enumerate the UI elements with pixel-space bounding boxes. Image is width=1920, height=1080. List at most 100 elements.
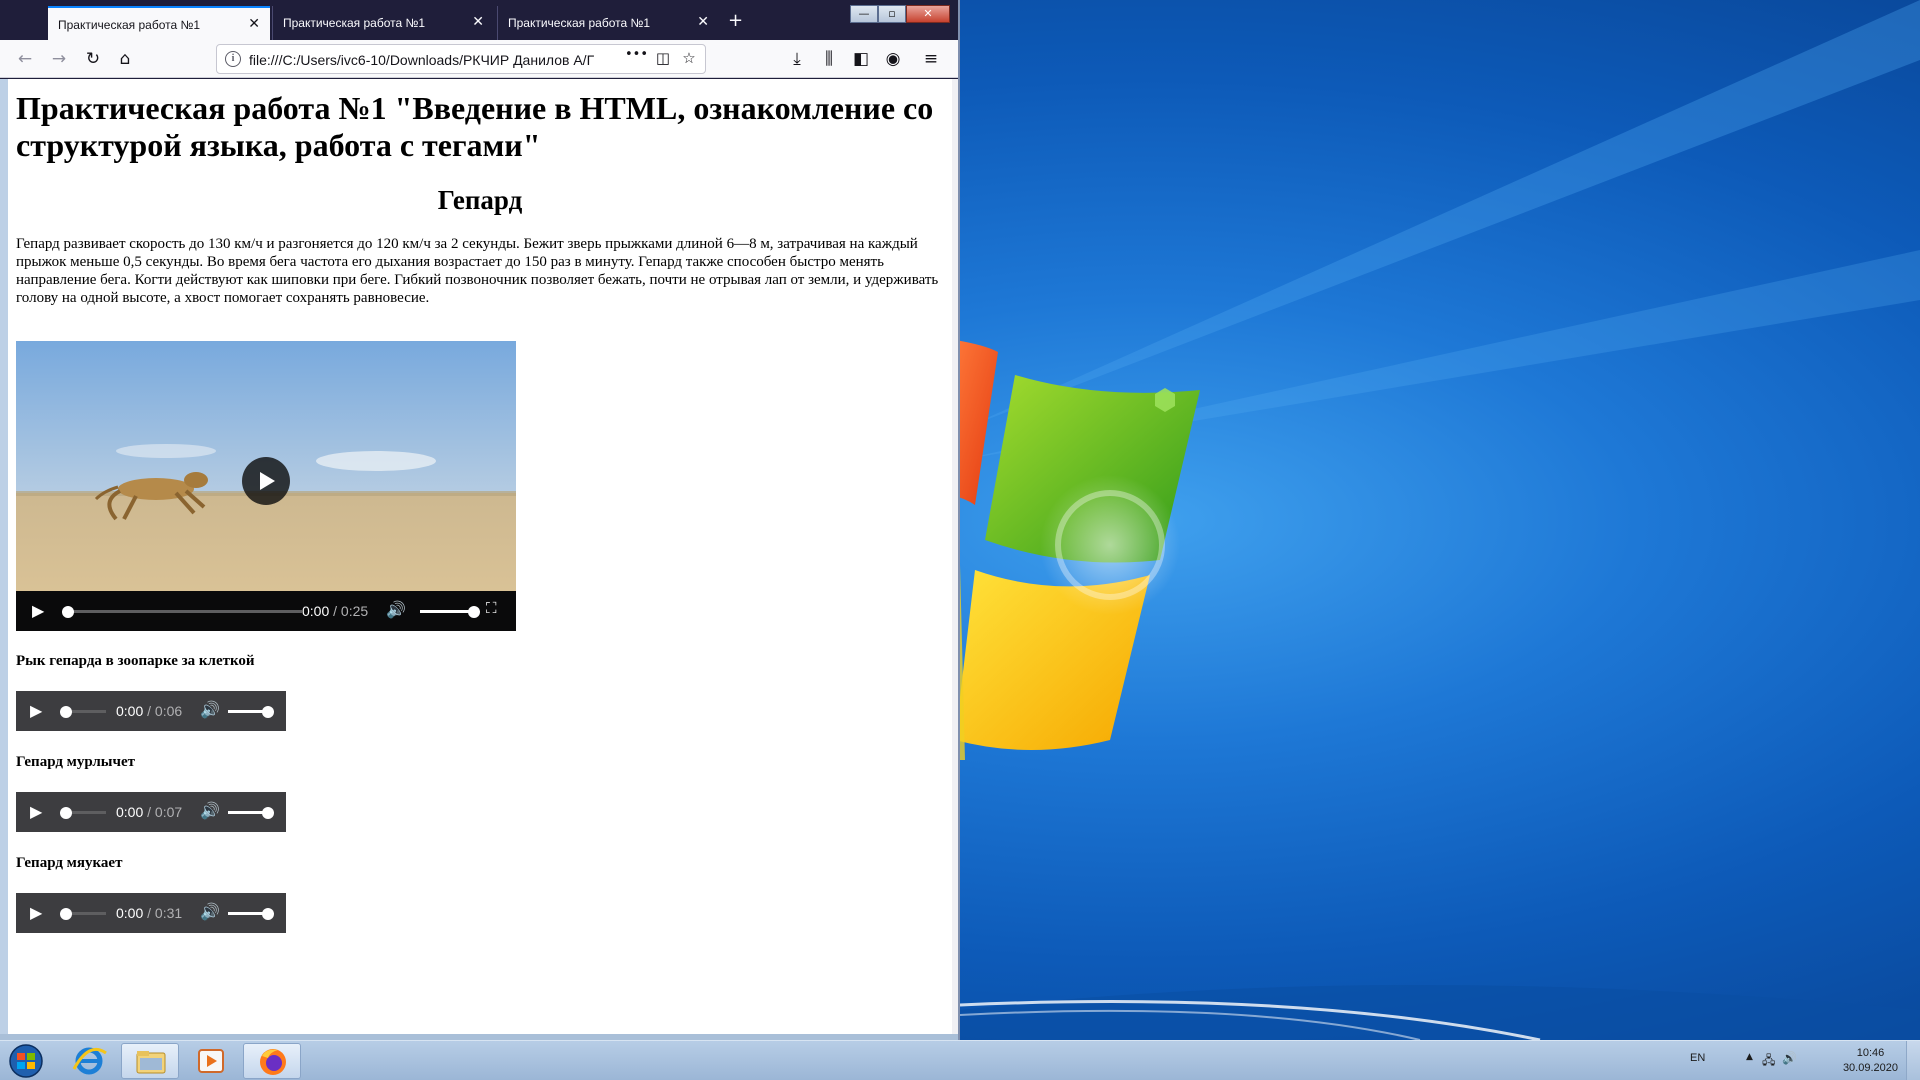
close-tab-icon[interactable]: ✕ [697, 14, 709, 28]
home-icon[interactable]: ⌂ [114, 48, 136, 70]
firefox-icon [260, 1049, 286, 1075]
media-player-icon [198, 1049, 224, 1073]
audio-volume-thumb[interactable] [262, 705, 274, 718]
audio-duration: 0:06 [154, 703, 183, 719]
clock-time: 10:46 [1856, 1047, 1885, 1059]
audio-label-1: Рык гепарда в зоопарке за клеткой [16, 653, 255, 669]
audio-label-3: Гепард мяукает [16, 855, 123, 871]
audio-volume-slider[interactable] [228, 705, 274, 718]
section-heading: Гепард [437, 185, 523, 215]
show-hidden-icons-icon[interactable]: ▲ [1746, 1052, 1753, 1062]
audio-player-3[interactable]: ▶ 0:00 / 0:31 🔊 [16, 893, 286, 933]
fullscreen-icon[interactable]: ⛶ [486, 600, 497, 617]
close-tab-icon[interactable]: ✕ [472, 14, 484, 28]
language-indicator[interactable]: EN [1690, 1052, 1705, 1064]
system-tray: EN ▲ 🖧 🔊 10:46 30.09.2020 [1690, 1041, 1920, 1080]
video-time: 0:00 / 0:25 [302, 603, 368, 619]
video-volume-thumb[interactable] [468, 605, 480, 618]
tab-title: Практическая работа №1 [58, 18, 201, 32]
audio-time-separator: / [147, 905, 152, 921]
forward-arrow-icon[interactable]: → [48, 48, 70, 70]
address-bar[interactable]: i file:///C:/Users/ivc6-10/Downloads/РКЧ… [216, 44, 706, 74]
video-time-separator: / [333, 603, 338, 619]
vertical-scrollbar[interactable] [952, 79, 958, 1034]
tab-title: Практическая работа №1 [283, 16, 426, 30]
audio-scrubber-thumb[interactable] [60, 907, 72, 920]
play-icon[interactable]: ▶ [30, 701, 42, 721]
taskbar-internet-explorer[interactable] [60, 1043, 118, 1079]
audio-current-time: 0:00 [116, 804, 144, 820]
close-tab-icon[interactable]: ✕ [248, 16, 260, 30]
audio-time: 0:00 / 0:06 [116, 703, 182, 719]
maximize-button[interactable]: ▫ [878, 5, 906, 23]
audio-volume-slider[interactable] [228, 907, 274, 920]
volume-icon[interactable]: 🔊 [200, 700, 220, 720]
audio-volume-thumb[interactable] [262, 806, 274, 819]
reload-icon[interactable]: ↻ [82, 48, 104, 70]
audio-player-2[interactable]: ▶ 0:00 / 0:07 🔊 [16, 792, 286, 832]
volume-icon[interactable]: 🔊 [200, 902, 220, 922]
site-info-icon[interactable]: i [225, 51, 241, 67]
audio-current-time: 0:00 [116, 703, 144, 719]
audio-progress-track[interactable] [60, 705, 106, 718]
volume-icon[interactable]: 🔊 [200, 801, 220, 821]
audio-volume-thumb[interactable] [262, 907, 274, 920]
audio-progress-track[interactable] [60, 806, 106, 819]
play-icon[interactable]: ▶ [30, 903, 42, 923]
clock-date: 30.09.2020 [1842, 1062, 1898, 1074]
play-icon[interactable]: ▶ [32, 601, 44, 621]
tab-1[interactable]: Практическая работа №1 ✕ [48, 6, 270, 40]
taskbar: EN ▲ 🖧 🔊 10:46 30.09.2020 [0, 1040, 1920, 1080]
network-icon[interactable]: 🖧 [1762, 1051, 1775, 1072]
taskbar-media-player[interactable] [182, 1043, 240, 1079]
start-button-icon[interactable] [4, 1042, 48, 1080]
minimize-button[interactable]: — [850, 5, 878, 23]
audio-progress-track[interactable] [60, 907, 106, 920]
video-progress-track[interactable] [62, 605, 302, 618]
video-duration: 0:25 [340, 603, 369, 619]
video-volume-slider[interactable] [420, 605, 480, 618]
sidebar-icon[interactable]: ◧ [850, 48, 872, 70]
description-paragraph: Гепард развивает скорость до 130 км/ч и … [16, 236, 939, 306]
clock[interactable]: 10:46 30.09.2020 [1843, 1046, 1898, 1076]
url-text[interactable]: file:///C:/Users/ivc6-10/Downloads/РКЧИР… [249, 52, 619, 68]
close-window-button[interactable]: ✕ [906, 5, 950, 23]
audio-duration: 0:31 [154, 905, 183, 921]
audio-current-time: 0:00 [116, 905, 144, 921]
menu-icon[interactable]: ≡ [920, 48, 942, 70]
library-icon[interactable]: ⫼ [818, 48, 840, 70]
internet-explorer-icon [72, 1047, 107, 1075]
maximize-icon: ▫ [888, 7, 896, 20]
pocket-icon[interactable]: ◫ [653, 49, 673, 67]
audio-scrubber-thumb[interactable] [60, 806, 72, 819]
window-frame [0, 79, 8, 1034]
video-frame-cheetah [16, 341, 516, 591]
audio-scrubber-thumb[interactable] [60, 705, 72, 718]
account-icon[interactable]: ◉ [882, 48, 904, 70]
tab-strip: Практическая работа №1 ✕ Практическая ра… [0, 0, 958, 40]
play-icon[interactable]: ▶ [30, 802, 42, 822]
minimize-icon: — [858, 7, 870, 20]
tab-2[interactable]: Практическая работа №1 ✕ [272, 6, 494, 40]
tab-3[interactable]: Практическая работа №1 ✕ [497, 6, 719, 40]
video-scrubber-thumb[interactable] [62, 605, 74, 618]
taskbar-libraries[interactable] [121, 1043, 179, 1079]
volume-icon[interactable]: 🔊 [386, 600, 406, 620]
volume-tray-icon[interactable]: 🔊 [1782, 1051, 1797, 1065]
show-desktop-button[interactable] [1906, 1041, 1920, 1080]
taskbar-firefox[interactable] [243, 1043, 301, 1079]
audio-time: 0:00 / 0:07 [116, 804, 182, 820]
back-arrow-icon[interactable]: ← [14, 48, 36, 70]
downloads-icon[interactable]: ⤓ [786, 48, 808, 70]
video-player[interactable]: ▶ 0:00 / 0:25 🔊 ⛶ [16, 341, 516, 631]
bookmark-star-icon[interactable]: ☆ [679, 49, 699, 67]
tab-title: Практическая работа №1 [508, 16, 651, 30]
page-content: Практическая работа №1 "Введение в HTML,… [8, 79, 952, 1034]
page-actions-icon[interactable]: ••• [625, 47, 648, 62]
video-current-time: 0:00 [302, 603, 330, 619]
audio-player-1[interactable]: ▶ 0:00 / 0:06 🔊 [16, 691, 286, 731]
audio-time-separator: / [147, 804, 152, 820]
audio-volume-slider[interactable] [228, 806, 274, 819]
new-tab-button[interactable]: + [728, 10, 743, 31]
window-controls: — ▫ ✕ [850, 5, 950, 25]
